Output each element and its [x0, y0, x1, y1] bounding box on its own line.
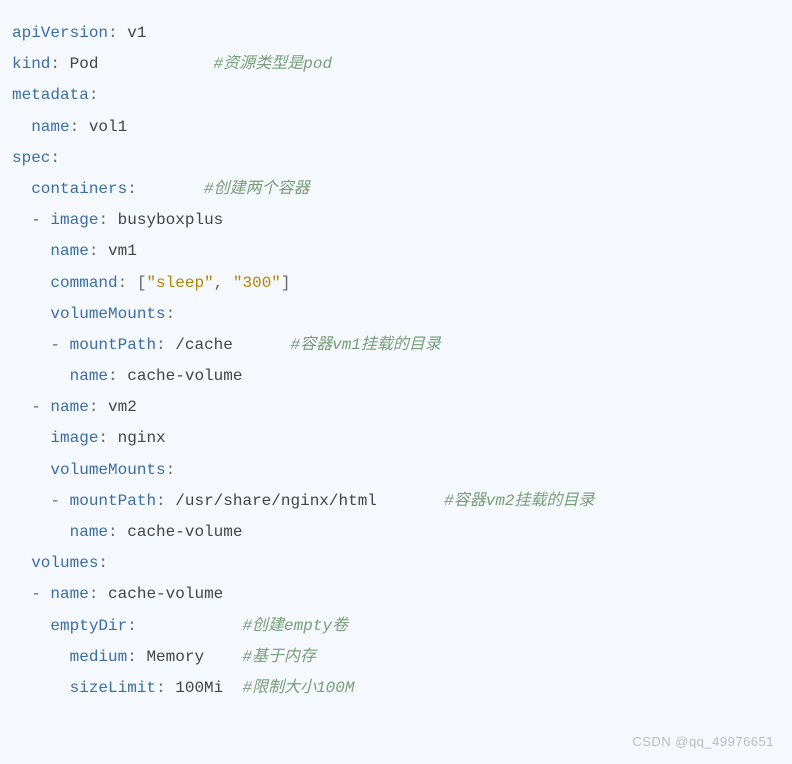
key-c1-mountpath: mountPath: [70, 336, 156, 354]
val-kind: Pod: [70, 55, 99, 73]
key-spec: spec: [12, 149, 50, 167]
key-metadata-name: name: [31, 118, 69, 136]
val-c2-mountname: cache-volume: [127, 523, 242, 541]
comment-medium: #基于内存: [242, 648, 316, 666]
val-metadata-name: vol1: [89, 118, 127, 136]
key-c2-mountpath: mountPath: [70, 492, 156, 510]
val-c1-cmd1: "300": [233, 274, 281, 292]
key-c1-name: name: [50, 242, 88, 260]
val-c2-image: nginx: [118, 429, 166, 447]
key-vol-name: name: [50, 585, 88, 603]
watermark: CSDN @qq_49976651: [632, 729, 774, 754]
key-volumes: volumes: [31, 554, 98, 572]
comment-emptydir: #创建empty卷: [242, 617, 348, 635]
key-c1-command: command: [50, 274, 117, 292]
key-apiversion: apiVersion: [12, 24, 108, 42]
val-c1-mountpath: /cache: [175, 336, 233, 354]
val-c1-name: vm1: [108, 242, 137, 260]
val-apiversion: v1: [127, 24, 146, 42]
comment-c1-mount: #容器vm1挂载的目录: [290, 336, 440, 354]
val-vol-name: cache-volume: [108, 585, 223, 603]
val-c1-image: busyboxplus: [118, 211, 224, 229]
val-vol-medium: Memory: [146, 648, 204, 666]
key-vol-medium: medium: [70, 648, 128, 666]
key-c2-vm: volumeMounts: [50, 461, 165, 479]
key-c2-mountname: name: [70, 523, 108, 541]
comment-containers: #创建两个容器: [204, 180, 310, 198]
key-containers: containers: [31, 180, 127, 198]
code-block: apiVersion: v1 kind: Pod #资源类型是pod metad…: [0, 0, 792, 722]
val-c1-cmd0: "sleep": [146, 274, 213, 292]
key-c2-image: image: [50, 429, 98, 447]
key-vol-emptydir: emptyDir: [50, 617, 127, 635]
comment-c2-mount: #容器vm2挂载的目录: [444, 492, 594, 510]
val-c1-mountname: cache-volume: [127, 367, 242, 385]
key-kind: kind: [12, 55, 50, 73]
val-c2-mountpath: /usr/share/nginx/html: [175, 492, 377, 510]
comment-size: #限制大小100M: [242, 679, 354, 697]
comment-kind: #资源类型是pod: [214, 55, 332, 73]
val-c2-name: vm2: [108, 398, 137, 416]
key-c1-mountname: name: [70, 367, 108, 385]
key-metadata: metadata: [12, 86, 89, 104]
key-c2-name: name: [50, 398, 88, 416]
val-vol-size: 100Mi: [175, 679, 223, 697]
key-vol-size: sizeLimit: [70, 679, 156, 697]
key-c1-image: image: [50, 211, 98, 229]
key-c1-vm: volumeMounts: [50, 305, 165, 323]
